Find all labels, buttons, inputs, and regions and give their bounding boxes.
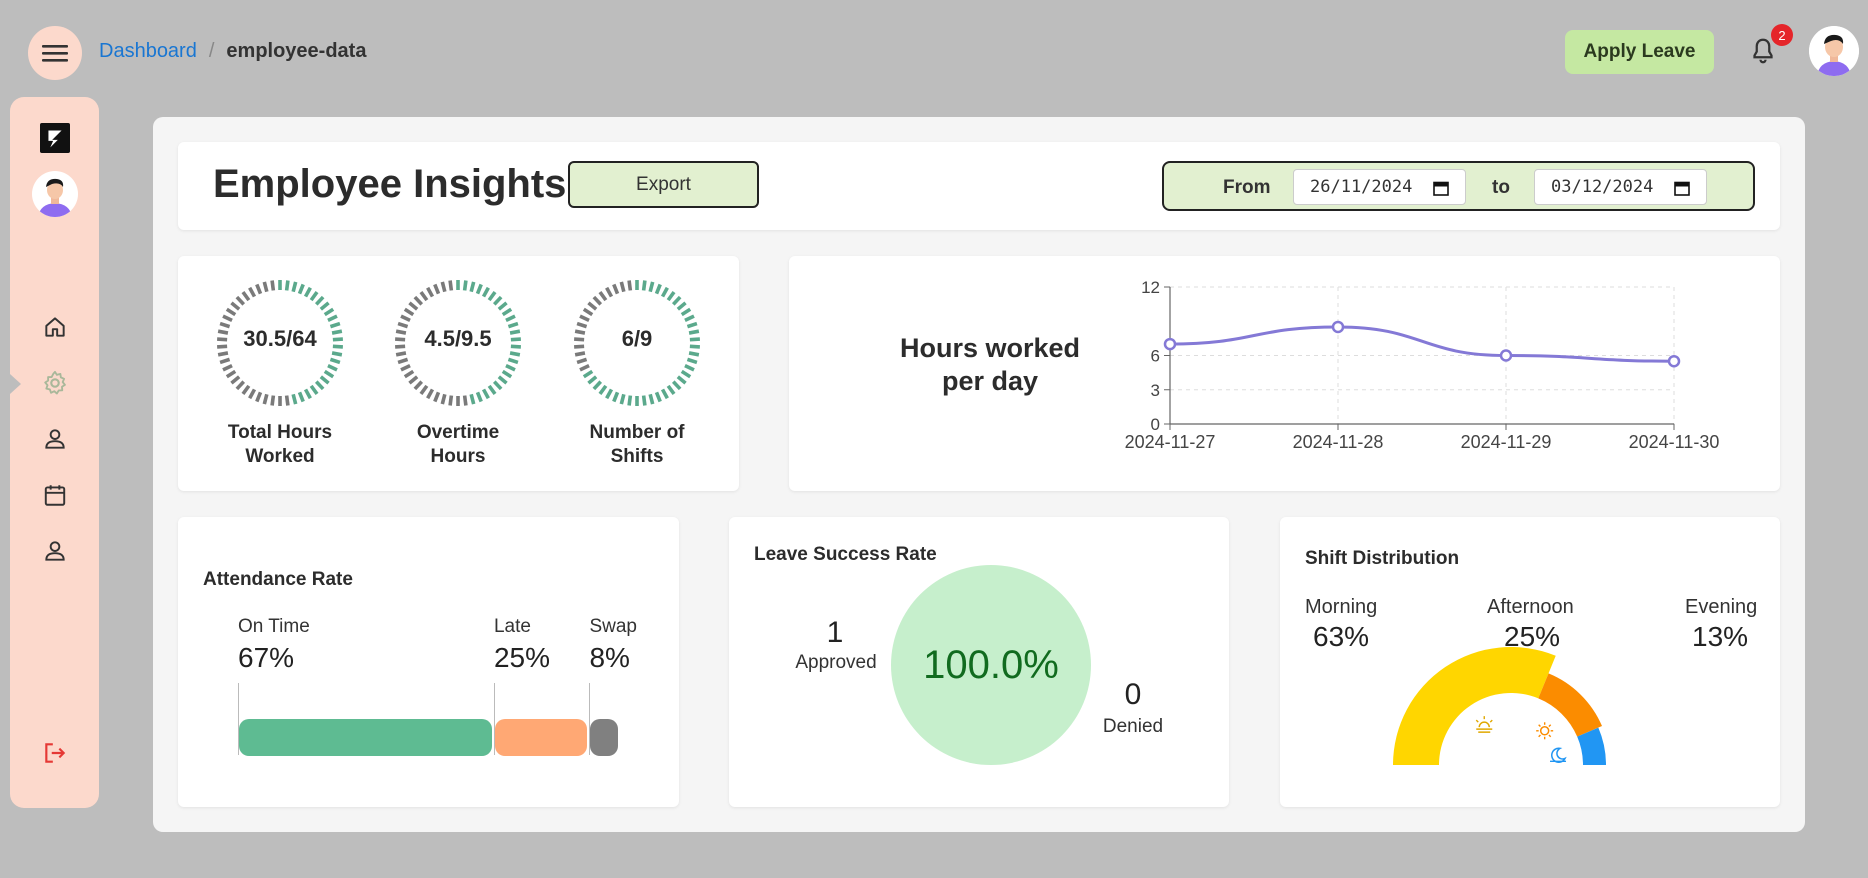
shift-distribution-chart <box>1393 647 1607 765</box>
sunrise-icon <box>1475 716 1493 733</box>
shift-morning-segment <box>1393 647 1556 765</box>
moon-icon <box>1550 747 1567 763</box>
shift-afternoon-segment <box>1538 673 1603 737</box>
sun-icon <box>1536 722 1554 740</box>
